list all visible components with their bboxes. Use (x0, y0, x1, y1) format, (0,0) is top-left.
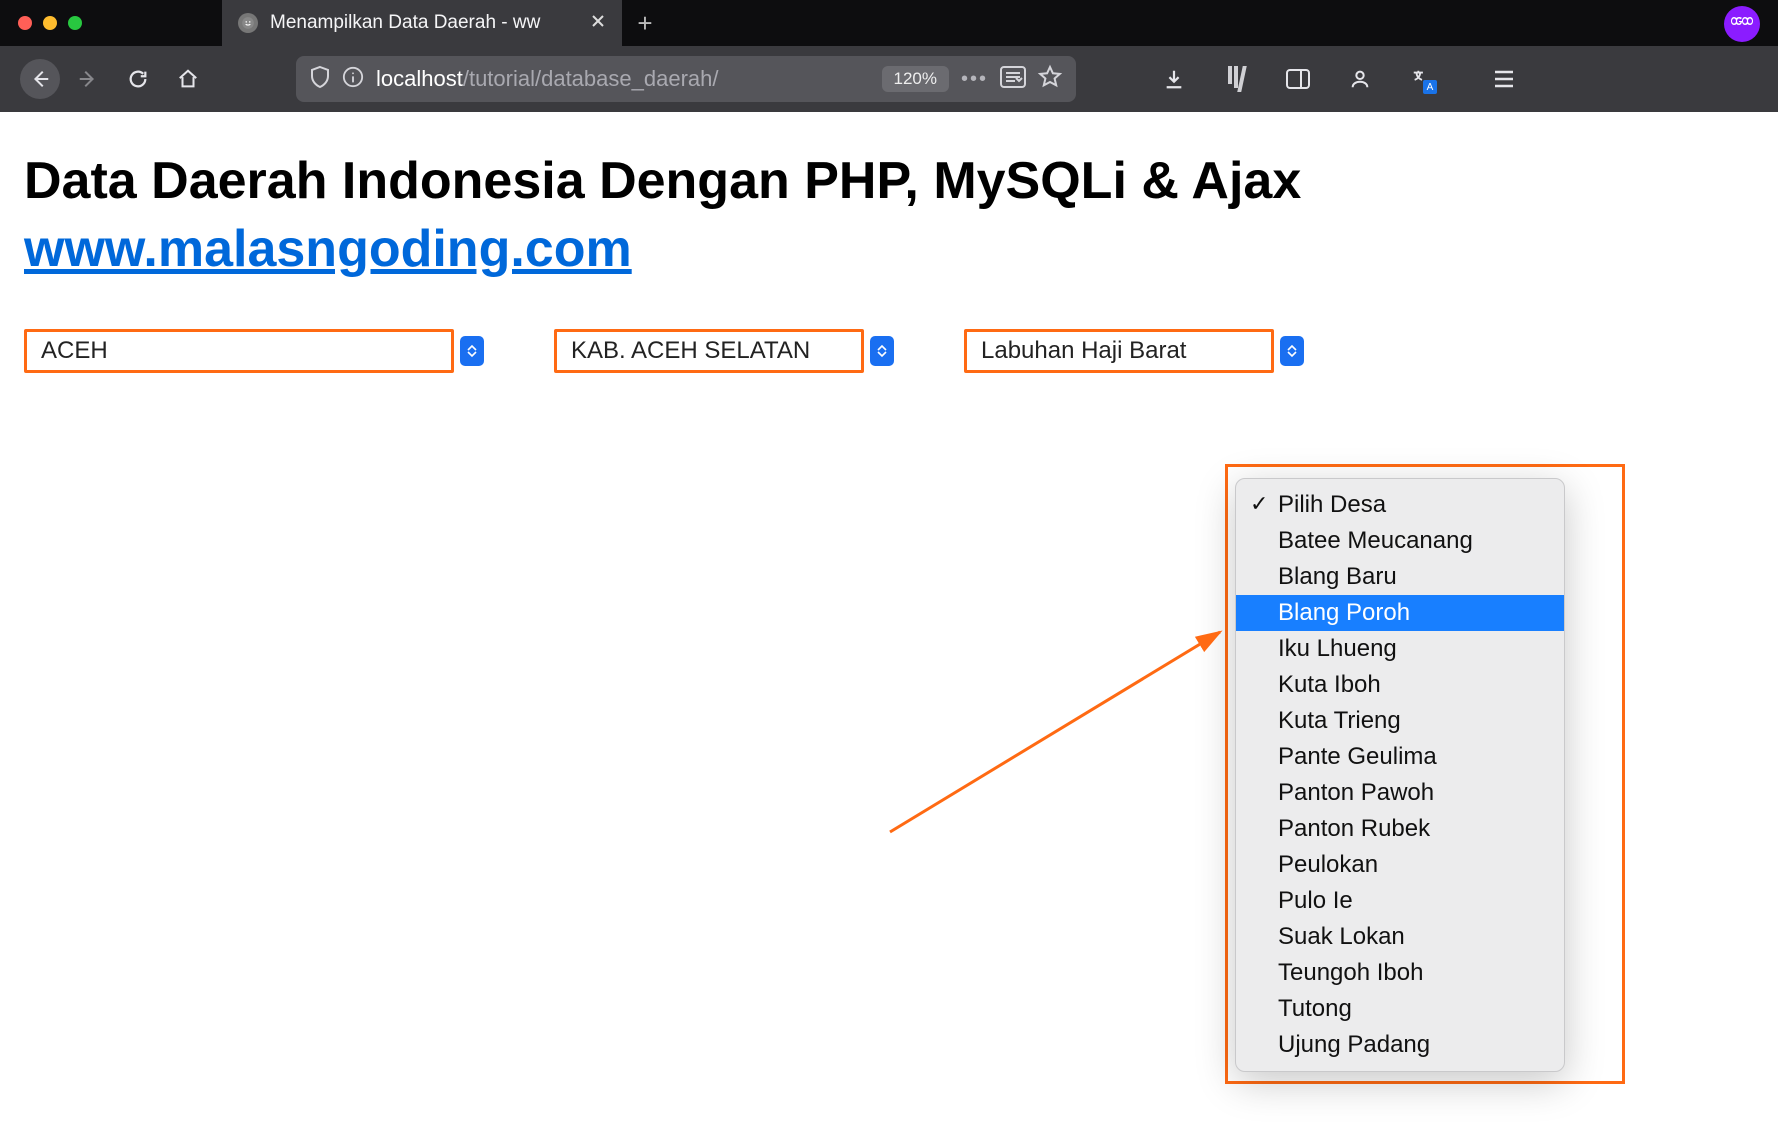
back-button[interactable] (20, 59, 60, 99)
kabupaten-select[interactable]: KAB. ACEH SELATAN (554, 329, 864, 373)
browser-toolbar: localhost/tutorial/database_daerah/ 120%… (0, 46, 1778, 112)
home-button[interactable] (166, 57, 210, 101)
window-minimize-icon[interactable] (43, 16, 57, 30)
annotation-arrow-icon (880, 612, 1240, 842)
kecamatan-select[interactable]: Labuhan Haji Barat (964, 329, 1274, 373)
forward-button[interactable] (66, 57, 110, 101)
provinsi-value: ACEH (41, 337, 108, 365)
page-content: Data Daerah Indonesia Dengan PHP, MySQLi… (0, 112, 1778, 409)
tracking-shield-icon[interactable] (310, 65, 330, 94)
page-actions-icon[interactable]: ••• (961, 68, 988, 91)
tab-title: Menampilkan Data Daerah - ww (270, 12, 578, 34)
url-text: localhost/tutorial/database_daerah/ (376, 66, 718, 92)
site-link[interactable]: www.malasngoding.com (24, 220, 632, 278)
tab-favicon-icon (238, 13, 258, 33)
desa-option[interactable]: Teungoh Iboh (1236, 955, 1564, 991)
desa-option[interactable]: Blang Poroh (1236, 595, 1564, 631)
zoom-indicator[interactable]: 120% (882, 66, 949, 92)
desa-option[interactable]: Panton Pawoh (1236, 775, 1564, 811)
browser-chrome: Menampilkan Data Daerah - ww + (0, 0, 1778, 112)
bookmark-star-icon[interactable] (1038, 65, 1062, 94)
reload-button[interactable] (116, 57, 160, 101)
desa-option[interactable]: Batee Meucanang (1236, 523, 1564, 559)
kecamatan-value: Labuhan Haji Barat (981, 337, 1186, 365)
desa-dropdown-list[interactable]: Pilih DesaBatee MeucanangBlang BaruBlang… (1235, 478, 1565, 1072)
desa-option[interactable]: Pante Geulima (1236, 739, 1564, 775)
chevron-updown-icon (1280, 336, 1304, 366)
address-bar[interactable]: localhost/tutorial/database_daerah/ 120%… (296, 56, 1076, 102)
chevron-updown-icon (460, 336, 484, 366)
kabupaten-value: KAB. ACEH SELATAN (571, 337, 810, 365)
tab-strip: Menampilkan Data Daerah - ww + (0, 0, 1778, 46)
downloads-icon[interactable] (1152, 57, 1196, 101)
provinsi-select[interactable]: ACEH (24, 329, 454, 373)
extension-badge-icon[interactable] (1724, 6, 1760, 42)
window-controls (18, 16, 82, 30)
desa-option[interactable]: Pilih Desa (1236, 487, 1564, 523)
reader-view-icon[interactable] (1000, 66, 1026, 93)
browser-tab[interactable]: Menampilkan Data Daerah - ww (222, 0, 622, 46)
sidebar-icon[interactable] (1276, 57, 1320, 101)
desa-option[interactable]: Kuta Trieng (1236, 703, 1564, 739)
library-icon[interactable] (1214, 57, 1258, 101)
selects-row: ACEH KAB. ACEH SELATAN Labuhan Haji Bara… (24, 329, 1754, 373)
page-title: Data Daerah Indonesia Dengan PHP, MySQLi… (24, 148, 1754, 283)
desa-option[interactable]: Blang Baru (1236, 559, 1564, 595)
desa-option[interactable]: Peulokan (1236, 847, 1564, 883)
desa-option[interactable]: Ujung Padang (1236, 1027, 1564, 1063)
account-icon[interactable] (1338, 57, 1382, 101)
desa-option[interactable]: Suak Lokan (1236, 919, 1564, 955)
toolbar-right-icons: A (1152, 57, 1526, 101)
desa-option[interactable]: Pulo Ie (1236, 883, 1564, 919)
desa-select[interactable]: Pilih DesaBatee MeucanangBlang BaruBlang… (1235, 478, 1565, 1072)
desa-option[interactable]: Kuta Iboh (1236, 667, 1564, 703)
desa-option[interactable]: Panton Rubek (1236, 811, 1564, 847)
window-maximize-icon[interactable] (68, 16, 82, 30)
chevron-updown-icon (870, 336, 894, 366)
desa-option[interactable]: Iku Lhueng (1236, 631, 1564, 667)
tab-close-icon[interactable] (590, 13, 606, 34)
translate-icon[interactable]: A (1400, 57, 1444, 101)
desa-option[interactable]: Tutong (1236, 991, 1564, 1027)
site-info-icon[interactable] (342, 66, 364, 93)
menu-icon[interactable] (1482, 57, 1526, 101)
new-tab-button[interactable]: + (622, 8, 668, 39)
window-close-icon[interactable] (18, 16, 32, 30)
